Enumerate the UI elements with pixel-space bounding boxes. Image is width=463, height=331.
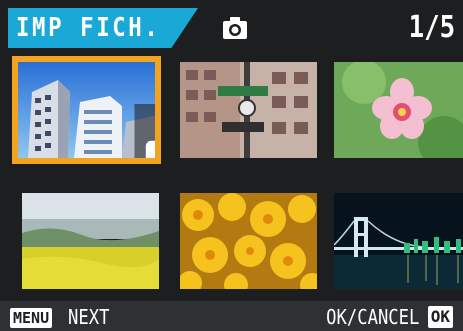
- thumbnail-building[interactable]: [12, 56, 161, 164]
- playback-screen: IMP FICH. 1/5 MENU NEXT OK/CANCEL OK: [0, 0, 463, 331]
- thumbnail-field-landscape[interactable]: [22, 193, 159, 289]
- menu-button[interactable]: MENU: [10, 308, 53, 328]
- page-counter: 1/5: [408, 10, 455, 45]
- street-sign-photo: [180, 62, 317, 158]
- night-bridge-photo: [334, 193, 463, 289]
- ok-button[interactable]: OK: [427, 306, 453, 328]
- field-landscape-photo: [22, 193, 159, 289]
- mode-label: IMP FICH.: [16, 13, 161, 43]
- next-label: NEXT: [68, 305, 110, 329]
- camera-icon: [223, 17, 247, 39]
- yellow-flowers-photo: [180, 193, 317, 289]
- thumbnail-night-bridge[interactable]: [334, 193, 463, 289]
- thumbnail-street-sign[interactable]: [180, 62, 317, 158]
- thumbnail-yellow-flowers[interactable]: [180, 193, 317, 289]
- flower-photo: [334, 62, 463, 158]
- print-icon: [134, 104, 155, 158]
- ok-cancel-label: OK/CANCEL: [325, 305, 419, 329]
- thumbnail-flower[interactable]: [334, 62, 463, 158]
